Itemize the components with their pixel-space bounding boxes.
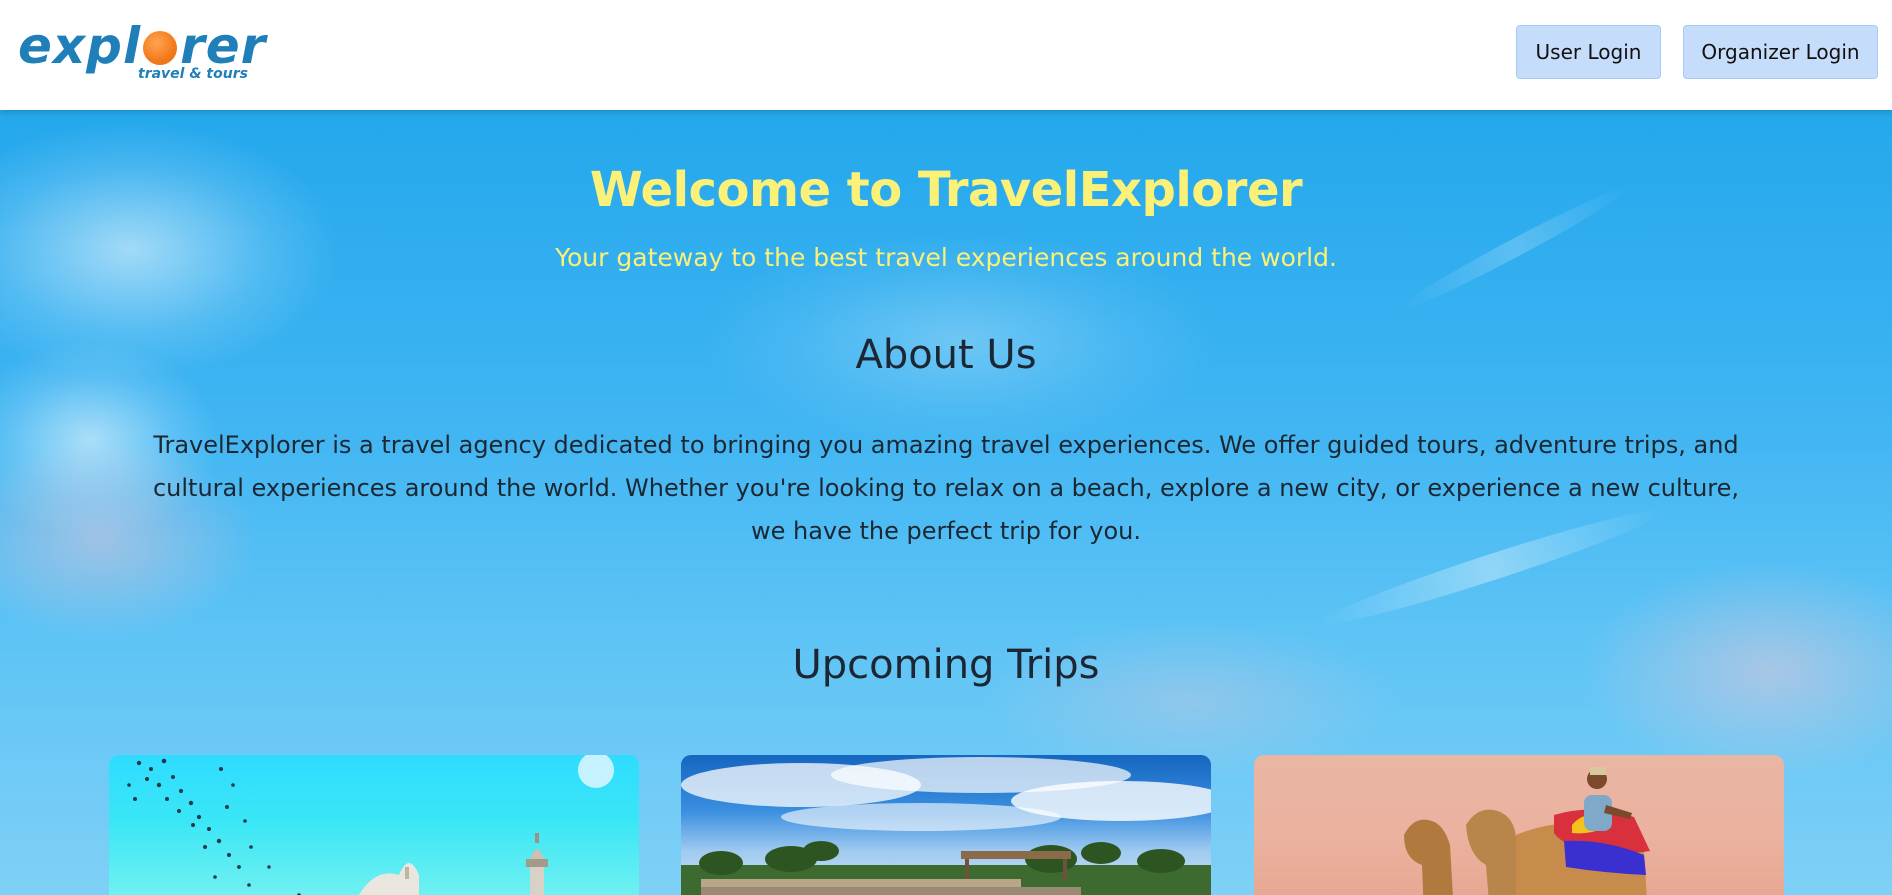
logo-sun-icon [143,31,178,65]
desert-camel-rider-image [1404,767,1650,895]
about-text: TravelExplorer is a travel agency dedica… [152,431,1740,545]
about-heading: About Us [855,332,1037,378]
hero-title: Welcome to TravelExplorer [589,162,1303,218]
brand-logo[interactable]: expl rer travel & tours [18,18,268,88]
mosque-minaret-birds-moon-image [127,755,614,895]
landing-page: expl rer travel & tours User Login Organi… [0,0,1892,895]
trip-card-1[interactable] [109,755,639,895]
beach-palm-trees-clouds-image [681,757,1211,895]
hero-subtitle: Your gateway to the best travel experien… [555,243,1337,272]
logo-tagline: travel & tours [138,66,248,82]
user-login-button[interactable]: User Login [1516,25,1661,79]
trip-card-2[interactable] [681,755,1211,895]
navbar: expl rer travel & tours User Login Organi… [0,0,1892,110]
trip-card-3[interactable] [1254,755,1784,895]
organizer-login-button[interactable]: Organizer Login [1683,25,1878,79]
upcoming-trips-heading: Upcoming Trips [792,642,1100,688]
logo-word-start: expl [18,17,142,75]
